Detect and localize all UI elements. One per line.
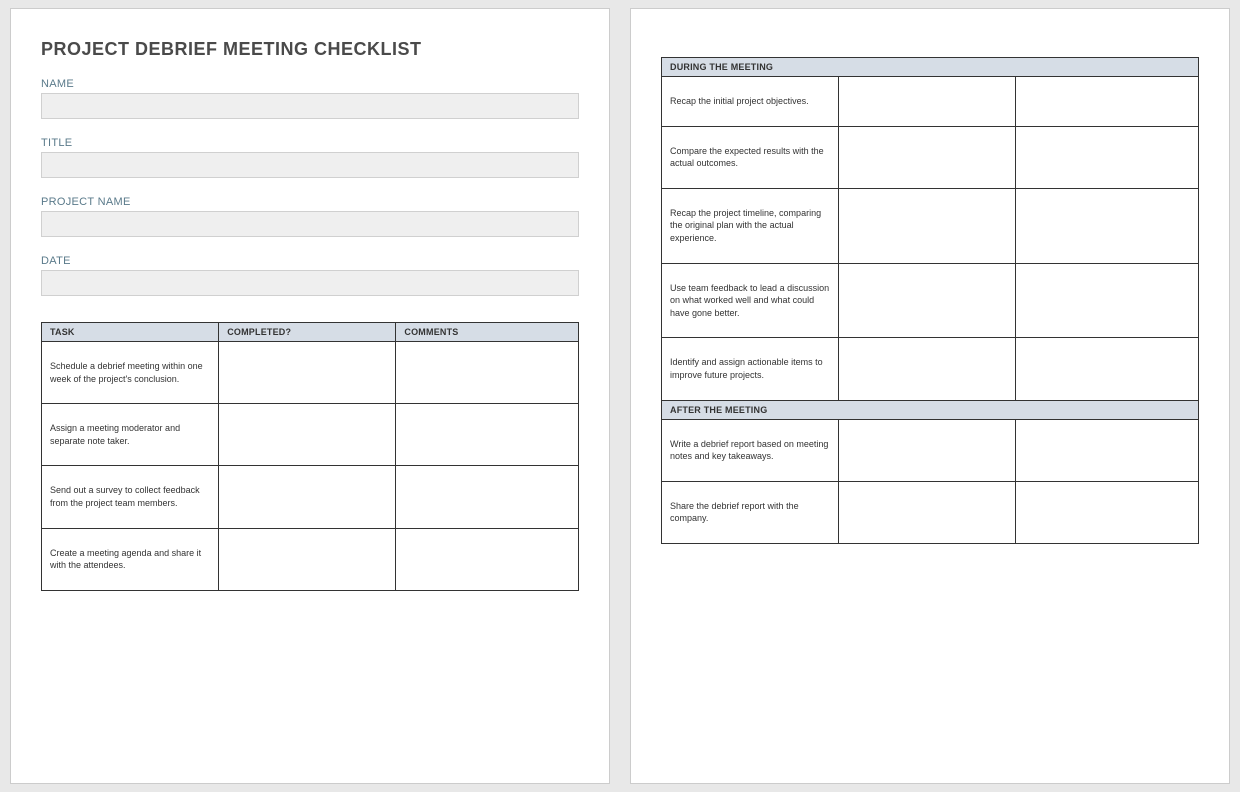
page-1: PROJECT DEBRIEF MEETING CHECKLIST NAME T…: [10, 8, 610, 784]
input-project[interactable]: [41, 211, 579, 237]
cell-completed[interactable]: [219, 404, 396, 466]
cell-completed[interactable]: [839, 263, 1016, 338]
cell-comments[interactable]: [396, 528, 579, 590]
table-row: Recap the initial project objectives.: [662, 77, 1199, 127]
section-after-label: AFTER THE MEETING: [662, 400, 1199, 419]
checklist-table-before: TASK COMPLETED? COMMENTS Schedule a debr…: [41, 322, 579, 591]
cell-task: Create a meeting agenda and share it wit…: [42, 528, 219, 590]
cell-comments[interactable]: [1016, 77, 1199, 127]
table-row: Schedule a debrief meeting within one we…: [42, 342, 579, 404]
document-title: PROJECT DEBRIEF MEETING CHECKLIST: [41, 39, 579, 60]
cell-task: Use team feedback to lead a discussion o…: [662, 263, 839, 338]
label-date: DATE: [41, 255, 579, 267]
label-project: PROJECT NAME: [41, 196, 579, 208]
cell-comments[interactable]: [1016, 481, 1199, 543]
cell-completed[interactable]: [839, 126, 1016, 188]
table-row: Send out a survey to collect feedback fr…: [42, 466, 579, 528]
page-2: DURING THE MEETING Recap the initial pro…: [630, 8, 1230, 784]
cell-task: Assign a meeting moderator and separate …: [42, 404, 219, 466]
cell-completed[interactable]: [839, 419, 1016, 481]
cell-task: Recap the initial project objectives.: [662, 77, 839, 127]
table-row: Identify and assign actionable items to …: [662, 338, 1199, 400]
cell-comments[interactable]: [396, 404, 579, 466]
cell-completed[interactable]: [219, 466, 396, 528]
checklist-table-during-after: DURING THE MEETING Recap the initial pro…: [661, 57, 1199, 544]
table-row: Assign a meeting moderator and separate …: [42, 404, 579, 466]
section-after: AFTER THE MEETING: [662, 400, 1199, 419]
col-comments: COMMENTS: [396, 323, 579, 342]
table-row: Recap the project timeline, comparing th…: [662, 188, 1199, 263]
cell-comments[interactable]: [1016, 188, 1199, 263]
cell-completed[interactable]: [219, 342, 396, 404]
cell-task: Compare the expected results with the ac…: [662, 126, 839, 188]
cell-comments[interactable]: [1016, 126, 1199, 188]
input-date[interactable]: [41, 270, 579, 296]
cell-task: Send out a survey to collect feedback fr…: [42, 466, 219, 528]
label-name: NAME: [41, 78, 579, 90]
table-row: Compare the expected results with the ac…: [662, 126, 1199, 188]
label-title: TITLE: [41, 137, 579, 149]
table-row: Use team feedback to lead a discussion o…: [662, 263, 1199, 338]
cell-task: Schedule a debrief meeting within one we…: [42, 342, 219, 404]
input-name[interactable]: [41, 93, 579, 119]
cell-completed[interactable]: [839, 188, 1016, 263]
cell-comments[interactable]: [396, 342, 579, 404]
cell-completed[interactable]: [839, 481, 1016, 543]
table-row: Create a meeting agenda and share it wit…: [42, 528, 579, 590]
cell-task: Share the debrief report with the compan…: [662, 481, 839, 543]
cell-completed[interactable]: [839, 77, 1016, 127]
cell-completed[interactable]: [219, 528, 396, 590]
cell-comments[interactable]: [396, 466, 579, 528]
cell-task: Identify and assign actionable items to …: [662, 338, 839, 400]
section-during-label: DURING THE MEETING: [662, 58, 1199, 77]
col-task: TASK: [42, 323, 219, 342]
section-during: DURING THE MEETING: [662, 58, 1199, 77]
cell-comments[interactable]: [1016, 419, 1199, 481]
table-header-row: TASK COMPLETED? COMMENTS: [42, 323, 579, 342]
cell-comments[interactable]: [1016, 338, 1199, 400]
col-completed: COMPLETED?: [219, 323, 396, 342]
table-row: Share the debrief report with the compan…: [662, 481, 1199, 543]
cell-task: Write a debrief report based on meeting …: [662, 419, 839, 481]
input-title[interactable]: [41, 152, 579, 178]
table-row: Write a debrief report based on meeting …: [662, 419, 1199, 481]
cell-completed[interactable]: [839, 338, 1016, 400]
cell-comments[interactable]: [1016, 263, 1199, 338]
cell-task: Recap the project timeline, comparing th…: [662, 188, 839, 263]
